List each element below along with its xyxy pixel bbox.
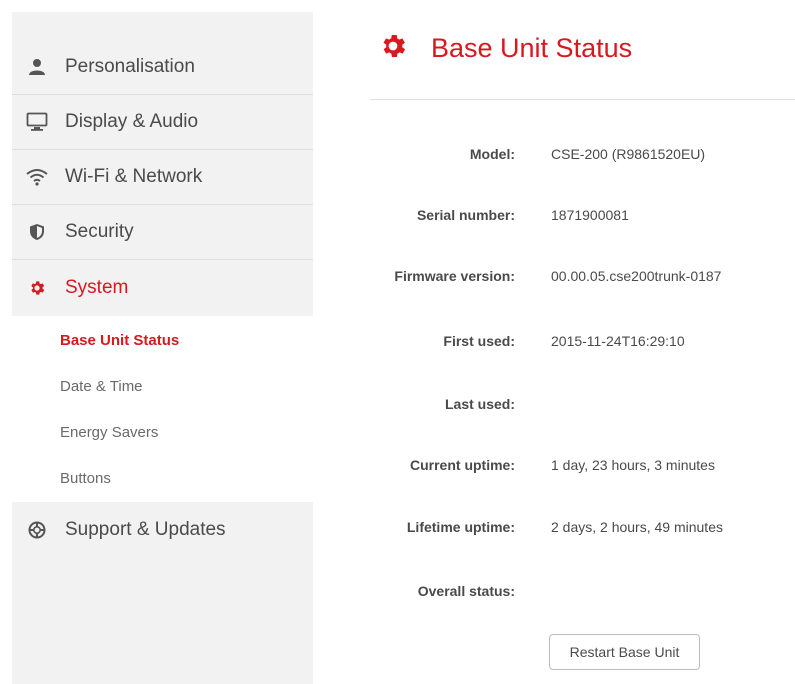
subnav-item-label: Date & Time — [60, 377, 143, 395]
sidebar-item-display-audio[interactable]: Display & Audio — [12, 95, 313, 150]
sidebar-item-wifi-network[interactable]: Wi-Fi & Network — [12, 150, 313, 205]
sidebar-item-label: Support & Updates — [65, 518, 226, 540]
shield-icon — [26, 221, 48, 243]
sidebar-item-label: System — [65, 276, 129, 298]
status-value: 2015-11-24T16:29:10 — [551, 333, 685, 349]
status-row-last-used: Last used: — [370, 390, 795, 420]
subnav-item-label: Energy Savers — [60, 423, 159, 441]
subnav-item-buttons[interactable]: Buttons — [12, 455, 313, 501]
subnav-item-base-unit-status[interactable]: Base Unit Status — [12, 317, 313, 363]
page-header: Base Unit Status — [370, 0, 795, 100]
sidebar-item-label: Wi-Fi & Network — [65, 166, 203, 187]
sidebar-item-label: Personalisation — [65, 56, 195, 77]
restart-base-unit-button[interactable]: Restart Base Unit — [549, 634, 700, 670]
monitor-icon — [26, 111, 48, 133]
status-value: 00.00.05.cse200trunk-0187 — [551, 268, 722, 284]
status-key: Serial number: — [416, 207, 515, 223]
sidebar-item-security[interactable]: Security — [12, 205, 313, 260]
sidebar-item-label: Display & Audio — [65, 111, 199, 132]
sidebar-item-system[interactable]: System — [12, 260, 313, 315]
subnav-item-label: Buttons — [60, 469, 111, 487]
status-key: Model: — [469, 146, 515, 162]
status-row-lifetime-uptime: Lifetime uptime: 2 days, 2 hours, 49 min… — [370, 513, 795, 543]
status-row-model: Model: CSE-200 (R9861520EU) — [370, 140, 795, 170]
status-row-first-used: First used: 2015-11-24T16:29:10 — [370, 327, 795, 357]
status-value: 1871900081 — [551, 207, 629, 223]
status-value: 2 days, 2 hours, 49 minutes — [551, 519, 723, 535]
sidebar-item-support-updates[interactable]: Support & Updates — [12, 502, 313, 557]
person-icon — [26, 56, 48, 78]
gear-icon — [378, 31, 408, 61]
gear-icon — [26, 277, 48, 299]
sidebar-item-personalisation[interactable]: Personalisation — [12, 40, 313, 95]
wifi-icon — [26, 166, 48, 188]
page-title: Base Unit Status — [431, 33, 633, 63]
system-subnav: Base Unit Status Date & Time Energy Save… — [12, 316, 313, 502]
status-key: Lifetime uptime: — [406, 519, 515, 535]
subnav-item-date-time[interactable]: Date & Time — [12, 363, 313, 409]
sidebar-item-label: Security — [65, 221, 134, 242]
status-key: Overall status: — [417, 583, 515, 599]
status-key: Firmware version: — [394, 268, 515, 284]
status-key: Current uptime: — [410, 457, 515, 473]
status-row-overall-status: Overall status: — [370, 577, 795, 607]
status-value: 1 day, 23 hours, 3 minutes — [551, 457, 715, 473]
status-value: CSE-200 (R9861520EU) — [551, 146, 706, 162]
status-key: First used: — [443, 333, 515, 349]
subnav-item-energy-savers[interactable]: Energy Savers — [12, 409, 313, 455]
status-row-current-uptime: Current uptime: 1 day, 23 hours, 3 minut… — [370, 451, 795, 481]
status-row-firmware-version: Firmware version: 00.00.05.cse200trunk-0… — [370, 262, 795, 292]
status-row-serial-number: Serial number: 1871900081 — [370, 201, 795, 231]
lifebuoy-icon — [26, 519, 48, 541]
status-key: Last used: — [444, 396, 515, 412]
subnav-item-label: Base Unit Status — [60, 331, 180, 349]
